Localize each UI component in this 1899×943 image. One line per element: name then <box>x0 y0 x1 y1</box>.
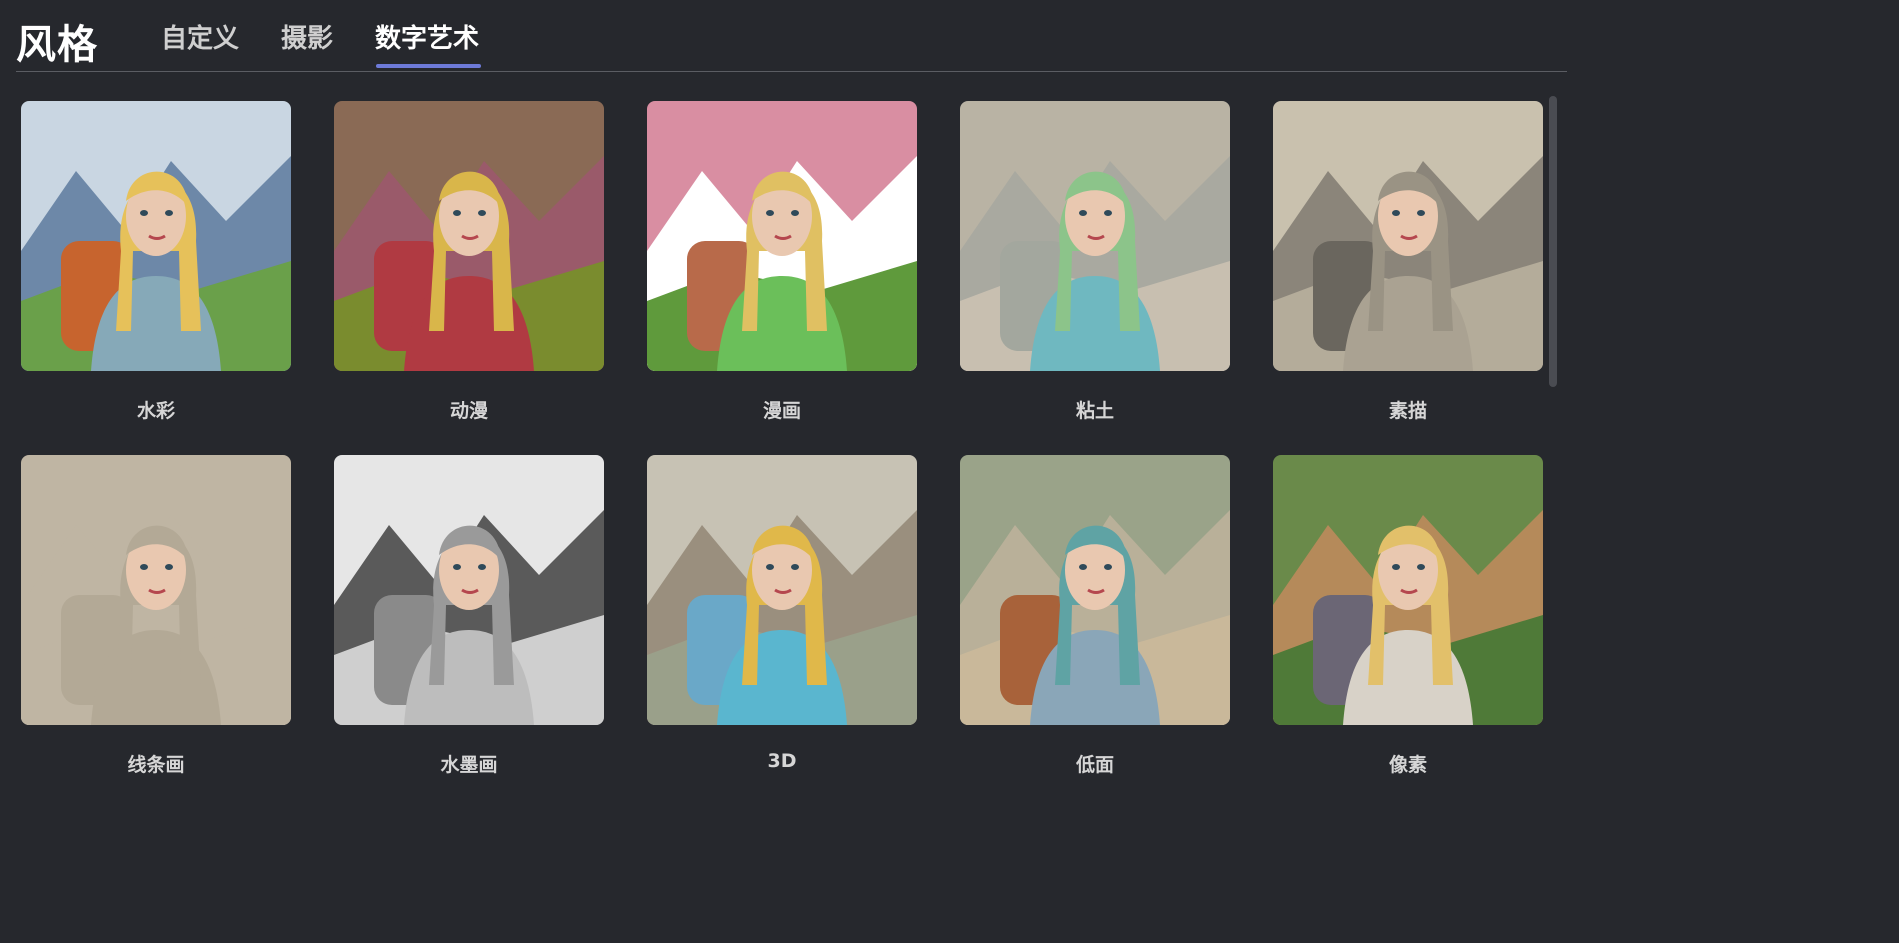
style-picker: 风格 自定义 摄影 数字艺术 水彩 动漫 漫画 粘土 素描 线条画 水墨画 3D 低面 像素 <box>0 0 1568 779</box>
hiker-illustration <box>21 455 291 725</box>
style-thumbnail <box>960 455 1230 725</box>
hiker-illustration <box>960 101 1230 371</box>
style-label: 粘土 <box>1075 400 1114 422</box>
style-thumbnail <box>334 455 604 725</box>
hiker-illustration <box>334 101 604 371</box>
hiker-illustration <box>334 455 604 725</box>
style-label: 水墨画 <box>440 754 498 776</box>
hiker-illustration <box>647 455 917 725</box>
style-thumbnail <box>1273 455 1543 725</box>
style-thumbnail <box>647 455 917 725</box>
hiker-illustration <box>1273 101 1543 371</box>
style-grid: 水彩 动漫 漫画 粘土 素描线条画 水墨画 3D 低面 像素 <box>0 0 1568 779</box>
hiker-illustration <box>647 101 917 371</box>
style-thumbnail <box>1273 101 1543 371</box>
style-label: 3D <box>767 750 797 772</box>
style-thumbnail <box>960 101 1230 371</box>
style-label: 漫画 <box>762 400 801 422</box>
hiker-illustration <box>21 101 291 371</box>
style-thumbnail <box>21 455 291 725</box>
style-thumbnail <box>647 101 917 371</box>
hiker-illustration <box>1273 455 1543 725</box>
style-thumbnail <box>334 101 604 371</box>
style-label: 素描 <box>1388 400 1427 422</box>
style-label: 低面 <box>1075 754 1114 776</box>
hiker-illustration <box>960 455 1230 725</box>
style-label: 动漫 <box>449 400 488 422</box>
style-label: 像素 <box>1388 754 1427 776</box>
style-label: 线条画 <box>127 754 185 776</box>
style-thumbnail <box>21 101 291 371</box>
style-label: 水彩 <box>136 400 175 422</box>
scrollbar[interactable] <box>1549 96 1557 387</box>
